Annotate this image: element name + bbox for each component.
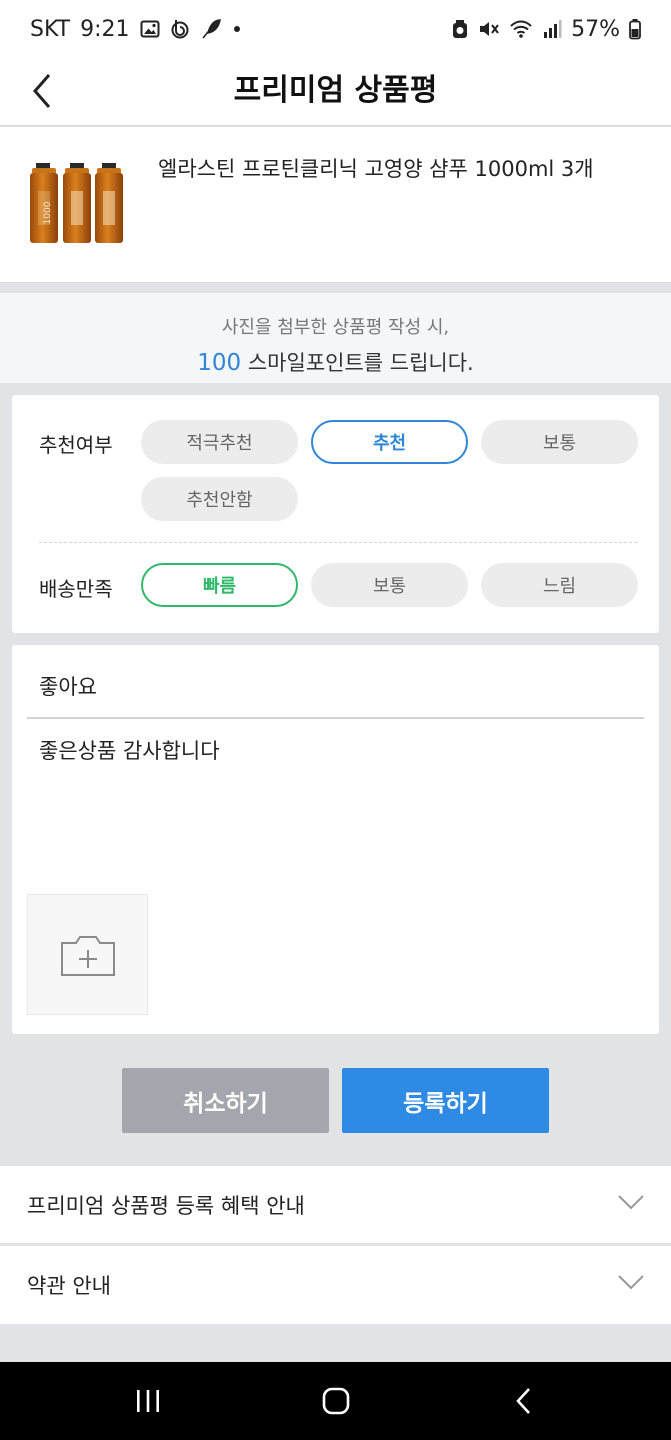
chevron-down-icon bbox=[618, 1275, 644, 1290]
product-thumbnail: 1000 bbox=[28, 157, 126, 249]
delivery-option-slow[interactable]: 느림 bbox=[481, 563, 638, 607]
rating-card: 추천여부 적극추천 추천 보통 추천안함 배송만족 빠름 보통 느림 bbox=[12, 395, 659, 633]
status-right: 57% bbox=[451, 17, 641, 42]
battery-icon bbox=[629, 18, 641, 40]
dot-icon bbox=[232, 24, 242, 34]
back-nav-icon bbox=[516, 1388, 530, 1414]
notice-line2-text: 스마일포인트를 드립니다. bbox=[247, 351, 474, 375]
review-body-textarea[interactable]: 좋은상품 감사합니다 bbox=[39, 735, 220, 765]
delivery-option-fast[interactable]: 빠름 bbox=[141, 563, 298, 607]
submit-button[interactable]: 등록하기 bbox=[342, 1068, 549, 1133]
mute-icon bbox=[478, 19, 500, 39]
product-name[interactable]: 엘라스틴 프로틴클리닉 고영양 샴푸 1000ml 3개 bbox=[158, 153, 594, 183]
notice-line2: 100 스마일포인트를 드립니다. bbox=[0, 347, 671, 377]
delivery-option-normal[interactable]: 보통 bbox=[311, 563, 468, 607]
recommend-option-recommend[interactable]: 추천 bbox=[311, 420, 468, 464]
recommend-option-not[interactable]: 추천안함 bbox=[141, 477, 298, 521]
clock: 9:21 bbox=[80, 16, 130, 42]
wifi-icon bbox=[509, 19, 533, 39]
add-photo-button[interactable] bbox=[27, 894, 148, 1015]
review-card: 좋아요 좋은상품 감사합니다 bbox=[12, 645, 659, 1034]
accordion-benefits[interactable]: 프리미엄 상품평 등록 혜택 안내 bbox=[0, 1166, 671, 1244]
notice-points: 100 bbox=[197, 350, 242, 376]
back-nav-button[interactable] bbox=[494, 1381, 554, 1421]
accordion-benefits-label: 프리미엄 상품평 등록 혜택 안내 bbox=[27, 1193, 305, 1218]
signal-icon bbox=[542, 19, 562, 39]
app-header: 프리미엄 상품평 bbox=[0, 58, 671, 126]
carrier-label: SKT bbox=[30, 16, 71, 42]
alarm-icon bbox=[451, 19, 469, 39]
system-nav-bar bbox=[0, 1362, 671, 1440]
page-title: 프리미엄 상품평 bbox=[233, 73, 438, 108]
delivery-label: 배송만족 bbox=[39, 577, 113, 601]
gallery-icon bbox=[140, 19, 160, 39]
accordion-terms[interactable]: 약관 안내 bbox=[0, 1246, 671, 1324]
b-app-icon bbox=[170, 18, 190, 40]
chevron-down-icon bbox=[618, 1195, 644, 1210]
home-icon bbox=[322, 1387, 350, 1415]
rating-divider bbox=[39, 542, 637, 543]
recommend-option-strong[interactable]: 적극추천 bbox=[141, 420, 298, 464]
accordion-terms-label: 약관 안내 bbox=[27, 1274, 111, 1298]
point-notice-banner: 사진을 첨부한 상품평 작성 시, 100 스마일포인트를 드립니다. bbox=[0, 293, 671, 383]
recommend-label: 추천여부 bbox=[39, 433, 113, 457]
camera-add-icon bbox=[60, 935, 115, 976]
recent-apps-icon bbox=[137, 1390, 159, 1412]
cancel-button[interactable]: 취소하기 bbox=[122, 1068, 329, 1133]
recent-apps-button[interactable] bbox=[118, 1381, 178, 1421]
battery-percent: 57% bbox=[571, 16, 620, 42]
recommend-option-normal[interactable]: 보통 bbox=[481, 420, 638, 464]
review-title-input[interactable]: 좋아요 bbox=[27, 645, 644, 719]
status-left: SKT 9:21 bbox=[30, 17, 242, 42]
home-button[interactable] bbox=[306, 1381, 366, 1421]
status-bar: SKT 9:21 57% bbox=[0, 0, 671, 58]
feather-icon bbox=[200, 18, 222, 40]
product-summary: 1000 엘라스틴 프로틴클리닉 고영양 샴푸 1000ml 3개 bbox=[0, 127, 671, 283]
notice-line1: 사진을 첨부한 상품평 작성 시, bbox=[221, 317, 450, 338]
